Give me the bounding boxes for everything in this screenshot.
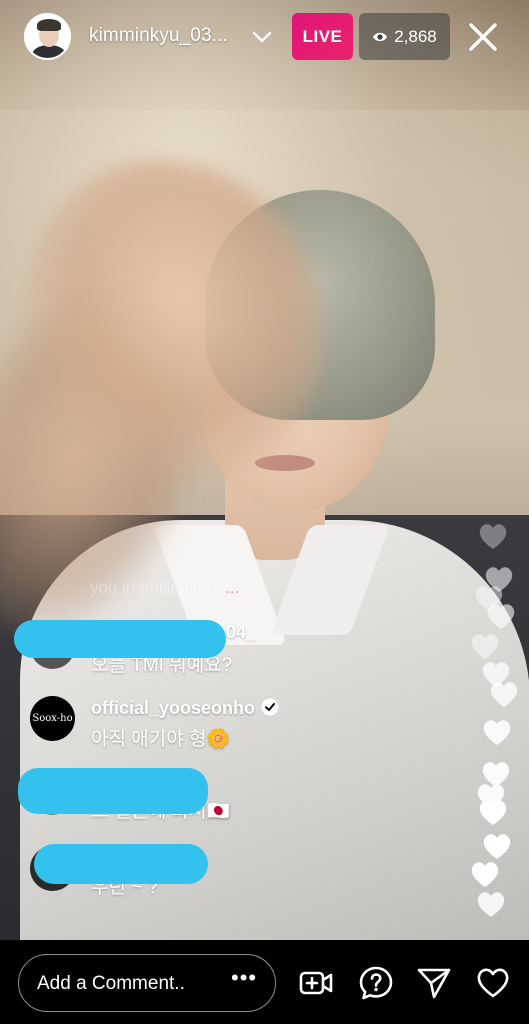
heart-icon xyxy=(490,682,518,707)
heart-icon xyxy=(471,862,499,887)
verified-icon xyxy=(261,698,279,716)
video-add-icon[interactable] xyxy=(298,965,334,1001)
bottom-bar: Add a Comment.. ••• xyxy=(0,940,529,1024)
heart-icon xyxy=(479,800,507,825)
commenter-avatar[interactable]: Soox-ho xyxy=(30,696,75,741)
top-bar: kimminkyu_03... LIVE 2,868 xyxy=(0,0,529,76)
fading-comment: you in philippines ... xyxy=(90,578,240,597)
host-avatar[interactable] xyxy=(24,13,71,60)
question-icon[interactable] xyxy=(358,965,394,1001)
comment-text: 아직 애기야 형🌼 xyxy=(91,729,231,750)
host-username[interactable]: kimminkyu_03... xyxy=(89,25,228,47)
close-icon[interactable] xyxy=(464,18,502,56)
heart-icon xyxy=(479,524,507,549)
heart-icon[interactable] xyxy=(475,965,511,1001)
viewer-count-badge[interactable]: 2,868 xyxy=(359,13,450,60)
more-options-button[interactable]: ••• xyxy=(231,965,257,991)
viewer-count: 2,868 xyxy=(394,26,437,46)
heart-icon xyxy=(487,604,515,629)
redaction-bar xyxy=(34,844,208,884)
live-badge: LIVE xyxy=(292,13,353,60)
heart-icon xyxy=(477,892,505,917)
comment-username[interactable]: official_yooseonho xyxy=(91,698,279,719)
send-icon[interactable] xyxy=(416,965,452,1001)
heart-icon xyxy=(471,634,499,659)
eye-icon xyxy=(373,32,388,41)
comment-username[interactable]: 04_ xyxy=(226,622,256,643)
heart-icon xyxy=(483,720,511,745)
redaction-bar xyxy=(14,620,226,658)
chevron-down-icon[interactable] xyxy=(251,26,273,48)
redaction-bar xyxy=(18,768,208,814)
comment-input[interactable]: Add a Comment.. ••• xyxy=(18,954,276,1012)
heart-icon xyxy=(483,834,511,859)
comment-placeholder: Add a Comment.. xyxy=(37,973,185,994)
